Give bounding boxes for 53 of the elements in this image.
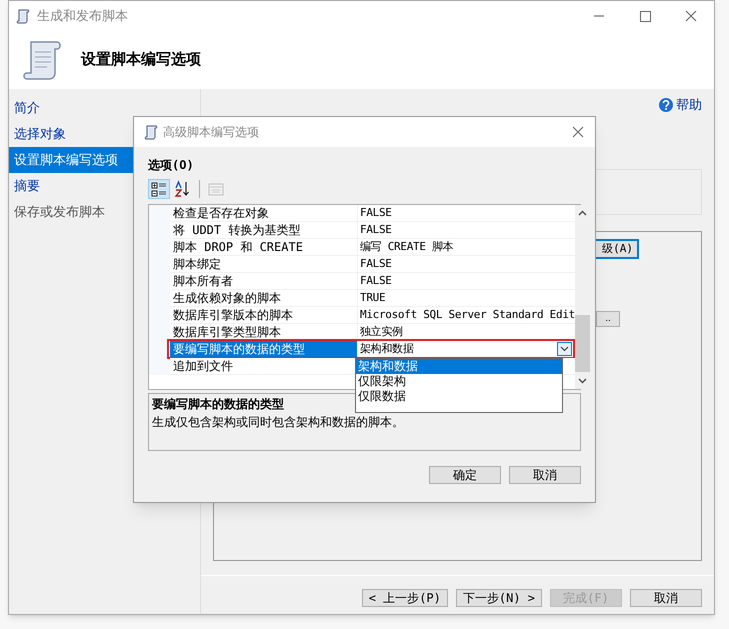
- description-title: 要编写脚本的数据的类型: [152, 396, 284, 413]
- property-value: Microsoft SQL Server Standard Edit: [359, 306, 575, 323]
- property-row[interactable]: 要编写脚本的数据的类型 架构和数据: [167, 339, 575, 360]
- property-name[interactable]: 脚本所有者: [170, 273, 357, 289]
- property-name[interactable]: 检查是否存在对象: [170, 205, 357, 221]
- property-value: 架构和数据: [359, 340, 414, 357]
- property-value: 编写 CREATE 脚本: [359, 238, 454, 255]
- property-value: FALSE: [359, 204, 392, 221]
- property-value: FALSE: [359, 272, 392, 289]
- wizard-button[interactable]: 取消: [630, 588, 702, 606]
- scroll-icon: [143, 124, 159, 140]
- dialog-button[interactable]: 取消: [509, 466, 581, 484]
- dropdown-option[interactable]: 架构和数据: [356, 359, 562, 374]
- property-row[interactable]: 数据库引擎版本的脚本 Microsoft SQL Server Standard Edit: [170, 307, 575, 324]
- dialog-button[interactable]: 确定: [429, 466, 501, 484]
- advanced-button[interactable]: 级(A): [594, 238, 639, 258]
- property-row[interactable]: 脚本所有者 FALSE: [170, 273, 575, 290]
- property-row[interactable]: 脚本绑定 FALSE: [170, 256, 575, 273]
- dropdown-option[interactable]: 仅限数据: [356, 389, 562, 404]
- property-name[interactable]: 要编写脚本的数据的类型: [170, 341, 357, 357]
- dialog-title: 高级脚本编写选项: [163, 124, 259, 141]
- chevron-icon: [560, 346, 569, 352]
- property-value: 独立实例: [359, 324, 403, 340]
- help-icon: [658, 96, 674, 113]
- options-label: 选项(O): [148, 157, 195, 174]
- property-name[interactable]: 数据库引擎版本的脚本: [170, 307, 357, 323]
- property-row[interactable]: 检查是否存在对象 FALSE: [170, 205, 575, 222]
- help-link[interactable]: 帮助: [676, 95, 702, 114]
- close-icon[interactable]: [571, 125, 585, 139]
- property-value: FALSE: [359, 256, 392, 272]
- categorized-icon[interactable]: [148, 179, 170, 199]
- wizard-button[interactable]: 下一步(N) >: [456, 588, 542, 606]
- scroll-thumb[interactable]: [574, 315, 590, 372]
- page-heading: 设置脚本编写选项: [81, 50, 201, 70]
- scroll-icon: [15, 8, 31, 24]
- property-name[interactable]: 将 UDDT 转换为基类型: [170, 222, 357, 238]
- property-name[interactable]: 生成依赖对象的脚本: [170, 290, 357, 306]
- browse-button[interactable]: ..: [596, 310, 620, 326]
- property-row[interactable]: 将 UDDT 转换为基类型 FALSE: [170, 222, 575, 239]
- dropdown-option[interactable]: 仅限架构: [356, 374, 562, 389]
- property-value: FALSE: [359, 222, 392, 238]
- property-row[interactable]: 脚本 DROP 和 CREATE 编写 CREATE 脚本: [170, 239, 575, 256]
- window-title: 生成和发布脚本: [37, 7, 128, 26]
- nav-item[interactable]: 简介: [9, 95, 200, 121]
- wizard-button[interactable]: < 上一步(P): [362, 588, 448, 606]
- property-name[interactable]: 脚本 DROP 和 CREATE: [170, 239, 357, 255]
- dropdown-button[interactable]: [556, 342, 572, 356]
- property-row[interactable]: 生成依赖对象的脚本 TRUE: [170, 290, 575, 307]
- property-value: TRUE: [359, 290, 386, 306]
- property-name[interactable]: 脚本绑定: [170, 256, 357, 272]
- property-name[interactable]: 数据库引擎类型脚本: [170, 324, 357, 340]
- property-name[interactable]: 追加到文件: [170, 358, 357, 374]
- description-text: 生成仅包含架构或同时包含架构和数据的脚本。: [152, 414, 405, 431]
